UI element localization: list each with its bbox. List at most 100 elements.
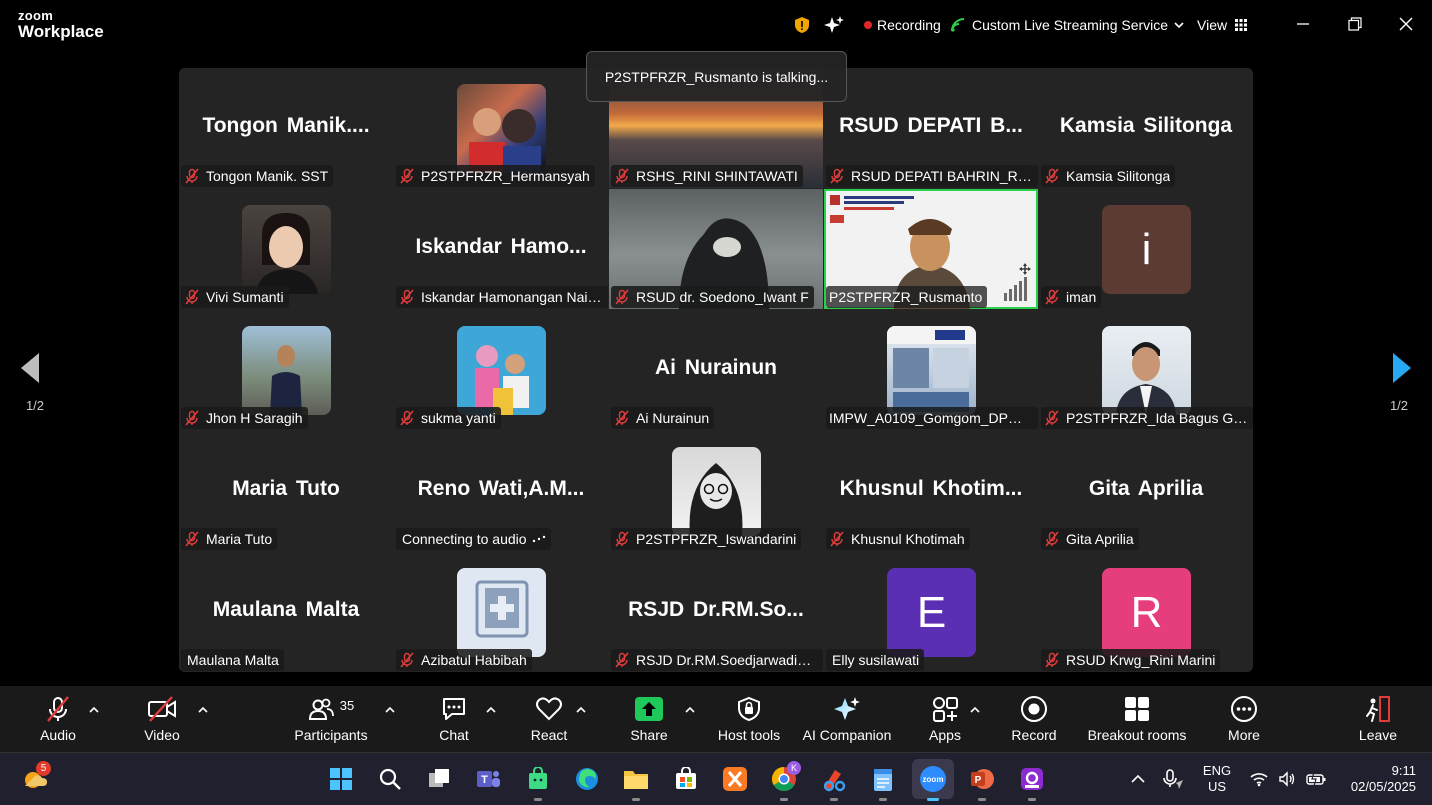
participant-name: Iskandar Hamonangan Naib... (421, 289, 603, 305)
participant-tile[interactable]: E Elly susilawati (824, 552, 1038, 672)
participant-tile[interactable]: P2STPFRZR_Ida Bagus Gede ... (1039, 310, 1253, 430)
participant-tile[interactable]: i iman (1039, 189, 1253, 309)
record-button[interactable]: Record (1010, 694, 1058, 746)
participant-tile[interactable]: Gita Aprilia Gita Aprilia (1039, 431, 1253, 551)
ai-sparkle-icon[interactable] (824, 14, 844, 36)
show-hidden-icons-button[interactable] (1124, 763, 1152, 795)
participant-tile[interactable]: Reno Wati,A.M... Connecting to audio (394, 431, 608, 551)
recording-indicator[interactable]: Recording (864, 14, 941, 36)
participant-tile[interactable]: P2STPFRZR_Iswandarini (609, 431, 823, 551)
file-explorer-taskbar-icon[interactable] (620, 763, 652, 801)
chat-button[interactable]: Chat (436, 694, 472, 746)
powerpoint-taskbar-icon[interactable]: P (966, 763, 998, 801)
start-button[interactable] (325, 763, 357, 795)
participant-display-name: Ai Nurainun (655, 356, 777, 379)
pdf-app-taskbar-icon[interactable] (1016, 763, 1048, 801)
participant-tile[interactable]: Azibatul Habibah (394, 552, 608, 672)
zoom-meeting-window: zoom Workplace Recording Custom Live Str… (0, 0, 1432, 805)
security-shield-icon[interactable] (794, 14, 810, 36)
android-bag-icon (529, 767, 547, 789)
toast-text: P2STPFRZR_Rusmanto is talking... (604, 68, 829, 85)
active-speaker-tile[interactable]: P2STPFRZR_Rusmanto (824, 189, 1038, 309)
participant-name: Tongon Manik. SST (206, 168, 329, 184)
language-code: ENG (1202, 763, 1232, 778)
participants-options-caret-icon[interactable] (384, 704, 396, 716)
participant-tile[interactable]: Khusnul Khotim... Khusnul Khotimah (824, 431, 1038, 551)
host-tools-button[interactable]: Host tools (716, 694, 782, 746)
participant-display-name: Iskandar Hamo... (415, 235, 587, 258)
input-language-indicator[interactable]: ENG US (1198, 763, 1236, 795)
store-taskbar-icon[interactable] (670, 763, 702, 795)
restore-button[interactable] (1343, 12, 1367, 36)
participant-tile[interactable]: IMPW_A0109_Gomgom_DPW D... (824, 310, 1038, 430)
ai-companion-button[interactable]: AI Companion (802, 694, 892, 746)
xampp-icon (723, 767, 747, 791)
participant-nameplate: P2STPFRZR_Hermansyah (396, 165, 595, 187)
live-streaming-menu[interactable]: Custom Live Streaming Service (951, 14, 1184, 36)
move-handle-icon[interactable] (1019, 263, 1031, 275)
participant-tile[interactable]: Iskandar Hamo... Iskandar Hamonangan Nai… (394, 189, 608, 309)
teams-taskbar-icon[interactable]: T (472, 763, 504, 795)
next-page-button[interactable]: 1/2 (1364, 320, 1432, 420)
participant-tile[interactable]: P2STPFRZR_Hermansyah (394, 68, 608, 188)
view-menu-button[interactable]: View (1197, 14, 1248, 36)
participant-nameplate: IMPW_A0109_Gomgom_DPW D... (826, 407, 1038, 429)
participant-tile[interactable]: Vivi Sumanti (179, 189, 393, 309)
previous-page-button[interactable]: 1/2 (0, 320, 70, 420)
participant-name: Kamsia Silitonga (1066, 168, 1171, 184)
participants-label: Participants (294, 727, 368, 743)
breakout-rooms-button[interactable]: Breakout rooms (1086, 694, 1188, 746)
participants-button[interactable]: 35 Participants (293, 694, 369, 746)
running-indicator (632, 798, 640, 801)
minimize-button[interactable] (1291, 12, 1315, 36)
chat-options-caret-icon[interactable] (485, 704, 497, 716)
close-button[interactable] (1394, 12, 1418, 36)
participant-tile[interactable]: Maulana Malta Maulana Malta (179, 552, 393, 672)
video-gallery: Tongon Manik.... Tongon Manik. SST P2STP… (179, 68, 1253, 672)
more-button[interactable]: More (1224, 694, 1264, 746)
zoom-taskbar-icon[interactable]: zoom (912, 759, 954, 801)
apps-button[interactable]: Apps (927, 694, 963, 746)
participant-tile[interactable]: Kamsia Silitonga Kamsia Silitonga (1039, 68, 1253, 188)
muted-mic-icon (400, 410, 414, 426)
audio-options-caret-icon[interactable] (88, 704, 100, 716)
participant-nameplate: RSUD dr. Soedono_Iwant F (611, 286, 814, 308)
chrome-taskbar-icon[interactable]: K (768, 761, 801, 801)
edge-browser-icon (576, 768, 598, 790)
apps-options-caret-icon[interactable] (969, 704, 981, 716)
participant-tile[interactable]: Maria Tuto Maria Tuto (179, 431, 393, 551)
muted-mic-icon (185, 168, 199, 184)
participant-tile[interactable]: RSUD DEPATI B... RSUD DEPATI BAHRIN_Rahm… (824, 68, 1038, 188)
search-button[interactable] (374, 763, 406, 795)
live-signal-icon (951, 18, 965, 32)
participant-tile[interactable]: Ai Nurainun Ai Nurainun (609, 310, 823, 430)
share-screen-button[interactable]: Share (628, 694, 670, 746)
react-button[interactable]: React (529, 694, 569, 746)
xampp-taskbar-icon[interactable] (719, 763, 751, 795)
participant-tile[interactable]: Tongon Manik.... Tongon Manik. SST (179, 68, 393, 188)
video-button[interactable]: Video (142, 694, 182, 746)
clock[interactable]: 9:11 02/05/2025 (1338, 763, 1416, 795)
quick-settings-button[interactable] (1244, 763, 1332, 795)
react-options-caret-icon[interactable] (575, 704, 587, 716)
leave-button[interactable]: Leave (1358, 694, 1398, 746)
android-app-taskbar-icon[interactable] (522, 763, 554, 801)
share-options-caret-icon[interactable] (684, 704, 696, 716)
snipping-tool-taskbar-icon[interactable] (818, 763, 850, 801)
participant-tile[interactable]: sukma yanti (394, 310, 608, 430)
edge-taskbar-icon[interactable] (571, 763, 603, 795)
audio-button[interactable]: Audio (38, 694, 78, 746)
participant-initial-avatar: R (1102, 568, 1191, 657)
muted-mic-icon (830, 531, 844, 547)
notepad-taskbar-icon[interactable] (867, 763, 899, 801)
task-view-button[interactable] (423, 763, 455, 795)
participant-tile[interactable]: RSJD Dr.RM.So... RSJD Dr.RM.Soedjarwadi_… (609, 552, 823, 672)
microphone-tray-icon[interactable] (1158, 763, 1188, 795)
participant-nameplate: Maria Tuto (181, 528, 278, 550)
weather-widget[interactable]: 5 (18, 761, 51, 795)
participant-tile[interactable]: Jhon H Saragih (179, 310, 393, 430)
participant-tile[interactable]: RSUD dr. Soedono_Iwant F (609, 189, 823, 309)
video-options-caret-icon[interactable] (197, 704, 209, 716)
muted-mic-icon (830, 168, 844, 184)
participant-tile[interactable]: R RSUD Krwg_Rini Marini (1039, 552, 1253, 672)
